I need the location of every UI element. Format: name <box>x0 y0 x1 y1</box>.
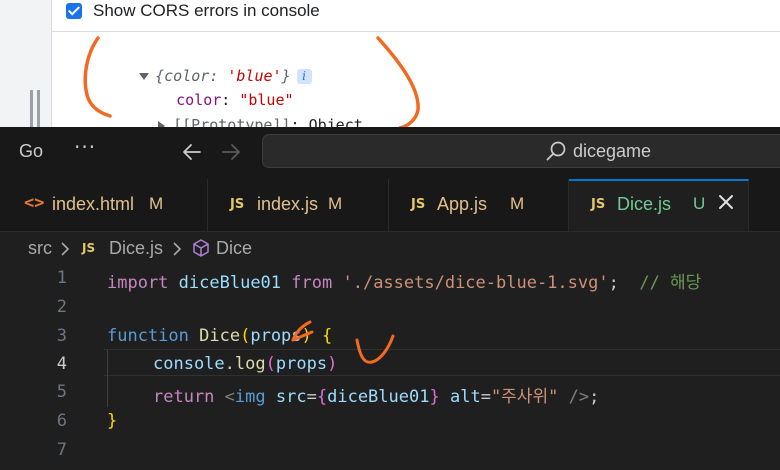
command-center-search[interactable] <box>262 134 780 168</box>
code-editor[interactable]: 1 2 3 4 5 6 7 import diceBlue01 from './… <box>0 264 780 470</box>
tab-modified-badge: M <box>149 194 164 213</box>
equals: = <box>306 387 317 407</box>
prototype-value: Object <box>308 116 363 127</box>
method-name: log <box>234 354 266 374</box>
code-line-5: return <img src={diceBlue01} alt="주사위" /… <box>153 382 599 407</box>
identifier: diceBlue01 <box>178 273 282 293</box>
show-cors-errors-checkbox[interactable] <box>66 3 82 19</box>
js-file-icon: JS <box>82 241 96 255</box>
arrow-left-icon[interactable] <box>180 140 204 164</box>
bracket: } <box>107 411 118 431</box>
jsx-attribute: src <box>275 387 307 407</box>
tab-label: index.html <box>52 194 135 214</box>
breadcrumb-file[interactable]: Dice.js <box>109 238 163 259</box>
keyword-function: function <box>107 326 189 346</box>
line-number: 2 <box>56 297 67 317</box>
command-center-label[interactable]: dicegame <box>573 141 651 162</box>
line-number: 6 <box>56 411 67 431</box>
more-menu-button[interactable]: ··· <box>74 135 96 159</box>
bracket: } <box>429 387 440 407</box>
identifier: diceBlue01 <box>327 387 430 407</box>
bracket: ( <box>265 354 276 374</box>
chevron-right-icon <box>61 242 70 256</box>
line-number-current: 4 <box>56 354 67 374</box>
code-comment: // 해당 <box>639 273 702 293</box>
function-name: Dice <box>199 326 241 346</box>
keyword-from: from <box>291 273 333 293</box>
bracket: { <box>322 326 333 346</box>
prototype-key: [[Prototype]] <box>173 116 291 127</box>
close-icon[interactable] <box>714 190 738 214</box>
panel-resize-handle-2[interactable] <box>37 90 40 127</box>
string-literal: "주사위" <box>490 387 559 407</box>
semicolon: ; <box>608 273 619 293</box>
jsx-bracket: /> <box>568 387 590 407</box>
parameter: props <box>250 326 302 346</box>
tab-modified-badge: M <box>328 194 343 213</box>
bracket: { <box>316 387 328 407</box>
tab-label: Dice.js <box>617 194 672 214</box>
semicolon: ; <box>589 387 600 407</box>
code-line-3: function Dice(props) { <box>107 326 332 346</box>
bracket: ) <box>301 326 312 346</box>
jsx-attribute: alt <box>449 387 481 407</box>
code-line-6: } <box>107 411 117 431</box>
jsx-bracket: < <box>224 387 235 407</box>
bracket: ( <box>240 326 251 346</box>
line-number: 5 <box>56 382 67 402</box>
js-file-icon: JS <box>411 197 426 212</box>
prototype-sep: : <box>290 116 309 127</box>
tab-label: App.js <box>437 194 488 214</box>
tab-index-js[interactable]: JS index.js M <box>208 179 389 231</box>
jsx-tag: img <box>234 387 266 407</box>
js-file-icon: JS <box>230 197 245 212</box>
code-line-4: console.log(props) <box>153 354 337 374</box>
dot: . <box>224 354 235 374</box>
string-literal: './assets/dice-blue-1.svg' <box>342 273 609 293</box>
devtools-console-panel: Show CORS errors in console {color: 'blu… <box>0 0 780 127</box>
tab-index-html[interactable]: <> index.html M <box>0 179 208 231</box>
line-number: 1 <box>56 268 67 288</box>
line-number: 7 <box>56 440 67 460</box>
js-file-icon: JS <box>591 197 606 212</box>
tab-dice-js[interactable]: JS Dice.js U <box>569 179 749 231</box>
tab-untracked-badge: U <box>693 194 706 213</box>
arrow-right-icon[interactable] <box>219 140 243 164</box>
keyword-return: return <box>153 387 215 407</box>
identifier: console <box>153 354 225 374</box>
bracket: ) <box>327 354 338 374</box>
tab-app-js[interactable]: JS App.js M <box>389 179 569 231</box>
tab-modified-badge: M <box>510 194 525 213</box>
html-file-icon: <> <box>24 193 45 213</box>
line-number: 3 <box>56 326 67 346</box>
tab-label: index.js <box>257 194 319 214</box>
devtools-left-gutter <box>0 0 51 127</box>
panel-resize-handle[interactable] <box>30 90 33 127</box>
search-icon <box>546 141 566 161</box>
menu-go[interactable]: Go <box>19 141 43 162</box>
argument: props <box>275 354 328 374</box>
show-cors-errors-label[interactable]: Show CORS errors in console <box>93 1 320 21</box>
code-line-1: import diceBlue01 from './assets/dice-bl… <box>107 268 701 293</box>
keyword-import: import <box>107 273 169 293</box>
equals: = <box>480 387 491 407</box>
indent-guide <box>107 350 108 407</box>
info-icon[interactable]: i <box>296 69 312 84</box>
breadcrumb: src JS Dice.js Dice <box>0 232 780 264</box>
breadcrumb-symbol[interactable]: Dice <box>216 238 252 259</box>
chevron-right-icon <box>173 242 182 256</box>
breadcrumb-folder[interactable]: src <box>28 238 52 259</box>
cube-symbol-icon <box>193 239 209 257</box>
console-object-prototype[interactable]: [[Prototype]]: Object <box>122 95 363 127</box>
